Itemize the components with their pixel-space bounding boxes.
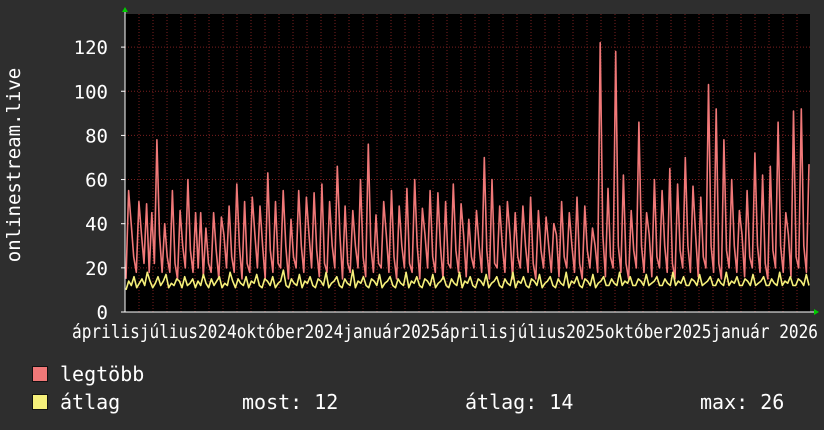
stat-now: most: 12 xyxy=(242,390,339,414)
y-tick-label: 80 xyxy=(85,125,108,147)
legend-label-avg: átlag xyxy=(60,390,121,414)
legend-item-avg: átlag xyxy=(32,390,120,414)
y-axis-label: onlinestream.live xyxy=(3,68,25,262)
stat-max: max: 26 xyxy=(700,390,785,414)
legend-swatch-max xyxy=(32,366,48,382)
x-axis-labels: áprilisjúlius2024október2024január2025áp… xyxy=(72,321,818,343)
y-tick-label: 100 xyxy=(74,81,108,103)
y-tick-label: 60 xyxy=(85,170,108,192)
y-tick-label: 120 xyxy=(74,37,108,59)
legend-label-max: legtöbb xyxy=(60,362,145,386)
y-axis-arrow xyxy=(122,7,128,12)
x-axis-arrow xyxy=(814,309,819,315)
y-axis-ticks: 020406080100120 xyxy=(74,37,125,324)
legend-swatch-avg xyxy=(32,394,48,410)
y-tick-label: 40 xyxy=(85,214,108,236)
y-tick-label: 20 xyxy=(85,258,108,280)
legend-item-max: legtöbb xyxy=(32,362,144,386)
stat-avg: átlag: 14 xyxy=(465,390,574,414)
